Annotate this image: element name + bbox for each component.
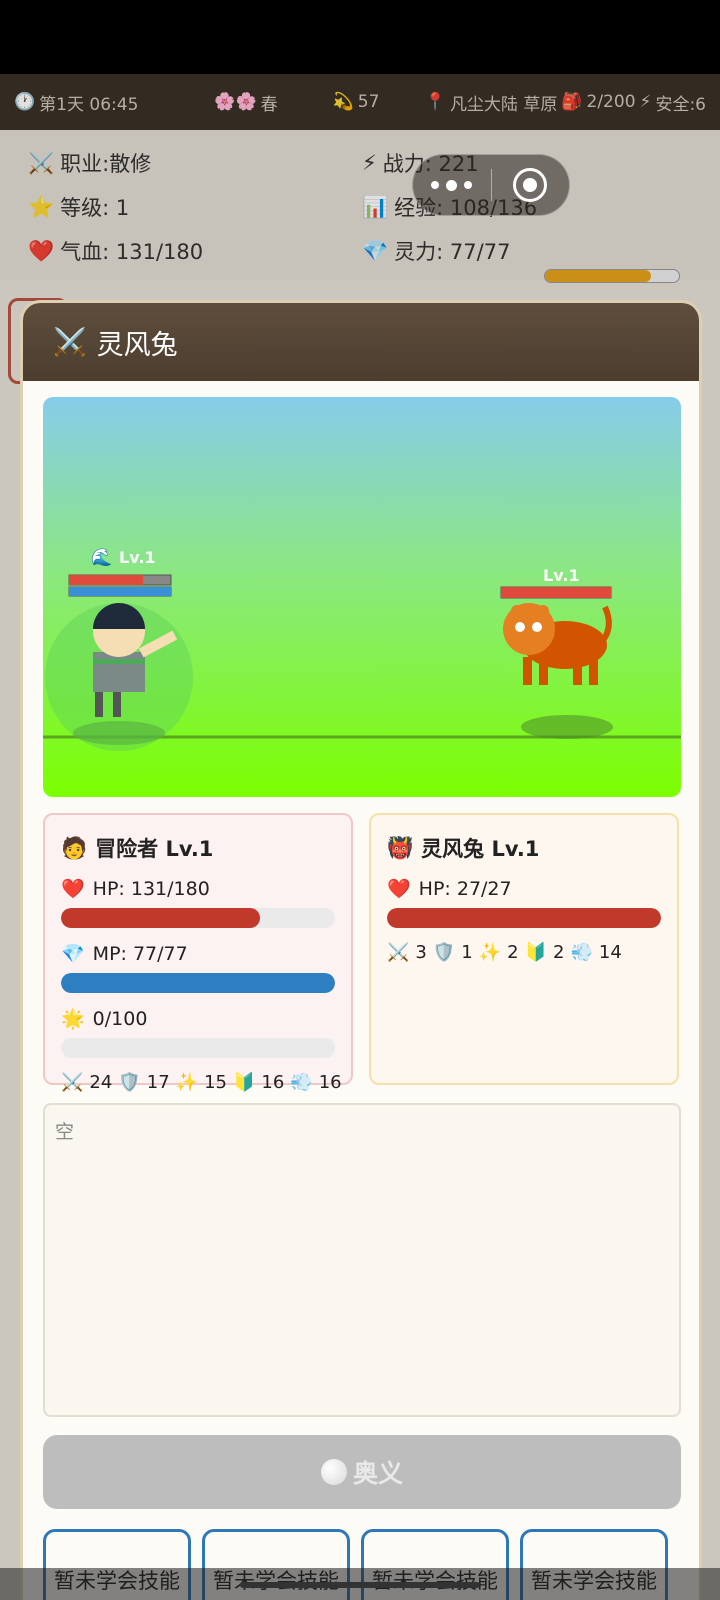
- heart-icon: ❤️: [387, 878, 411, 900]
- ultimate-label: 奥义: [352, 1459, 403, 1488]
- enemy-atk: 3: [415, 942, 427, 963]
- beginner-icon: 🔰: [524, 942, 548, 963]
- enemy-name-row: 👹 灵风兔 Lv.1: [387, 833, 661, 863]
- player-level-tag: Lv.1: [119, 548, 156, 567]
- gesture-nav-bar: [0, 1568, 720, 1600]
- player-hp-fill: [61, 908, 261, 928]
- battle-scene: 🌊 Lv.1 Lv.1: [43, 397, 681, 797]
- enemy-hp-row: ❤️ HP: 27/27: [387, 877, 661, 901]
- white-circle-icon: [320, 1459, 347, 1485]
- enemy-mag: 2: [507, 942, 519, 963]
- close-miniprogram-button[interactable]: [492, 168, 570, 202]
- player-mp-bar-fill: [69, 587, 171, 596]
- player-info-card: 🧑 冒险者 Lv.1 ❤️ HP: 131/180 💎 MP: 77/77 🌟 …: [43, 813, 353, 1093]
- player-attributes: ⚔️ 24 🛡️ 17 ✨ 15 🔰 16 💨 16: [61, 1072, 342, 1093]
- player-rage-text: 0/100: [92, 1007, 148, 1030]
- enemy-level-tag: Lv.1: [543, 566, 580, 585]
- miniprogram-capsule: [412, 154, 570, 216]
- battle-title: 灵风兔: [96, 329, 178, 361]
- ogre-icon: 👹: [387, 835, 414, 860]
- more-menu-button[interactable]: [413, 179, 491, 191]
- swords-icon: ⚔️: [53, 327, 87, 358]
- system-status-bar: [0, 0, 720, 74]
- dash-icon: 💨: [570, 942, 593, 963]
- person-icon: 🧑: [61, 835, 88, 860]
- player-name-row: 🧑 冒险者 Lv.1: [61, 833, 335, 863]
- battle-log-text: 空: [55, 1121, 75, 1143]
- enemy-info-card: 👹 灵风兔 Lv.1 ❤️ HP: 27/27 ⚔️ 3 🛡️ 1 ✨ 2 🔰 2 💨 1…: [369, 813, 679, 1085]
- player-mp-text: MP: 77/77: [92, 942, 188, 965]
- shield-icon: 🛡️: [118, 1072, 141, 1093]
- attack-icon: ⚔️: [61, 1072, 84, 1093]
- shield-icon: 🛡️: [432, 942, 456, 963]
- player-rage-row: 🌟 0/100: [61, 1007, 335, 1031]
- dash-icon: 💨: [290, 1072, 313, 1093]
- enemy-attributes: ⚔️ 3 🛡️ 1 ✨ 2 🔰 2 💨 14: [387, 942, 661, 963]
- home-indicator[interactable]: [240, 1582, 480, 1588]
- heart-icon: ❤️: [61, 878, 85, 900]
- attack-icon: ⚔️: [387, 942, 410, 963]
- player-res: 16: [261, 1072, 285, 1093]
- beginner-icon: 🔰: [232, 1072, 256, 1093]
- enemy-hp-bar: [387, 908, 661, 928]
- enemy-name: 灵风兔 Lv.1: [421, 837, 540, 861]
- sparkles-icon: ✨: [175, 1072, 199, 1093]
- target-icon: [513, 168, 548, 202]
- battle-header: ⚔️ 灵风兔: [23, 303, 699, 381]
- player-def: 17: [146, 1072, 170, 1093]
- ultimate-button[interactable]: 奥义: [43, 1435, 681, 1509]
- player-hp-bar: [61, 908, 335, 928]
- wave-icon: 🌊: [91, 547, 112, 568]
- enemy-hp-text: HP: 27/27: [418, 877, 512, 900]
- gem-icon: 💎: [61, 943, 85, 965]
- player-name: 冒险者 Lv.1: [95, 837, 214, 861]
- enemy-shadow: [521, 715, 613, 739]
- battle-log[interactable]: 空: [43, 1103, 681, 1417]
- enemy-sprite: [503, 603, 612, 685]
- player-mp-bar: [61, 973, 335, 993]
- enemy-spd: 14: [598, 942, 622, 963]
- player-spd: 16: [318, 1072, 342, 1093]
- player-mp-row: 💎 MP: 77/77: [61, 942, 335, 966]
- enemy-res: 2: [553, 942, 565, 963]
- enemy-hp-bar-fill: [501, 587, 611, 598]
- glowing-star-icon: 🌟: [61, 1008, 85, 1030]
- player-rage-bar: [61, 1038, 335, 1058]
- player-mag: 15: [204, 1072, 227, 1093]
- battle-modal: ⚔️ 灵风兔 🌊 Lv.1 Lv.1 🧑 冒险者 Lv.1 ❤️ HP: 131…: [20, 300, 702, 1600]
- enemy-def: 1: [461, 942, 473, 963]
- player-mp-fill: [61, 973, 335, 993]
- player-atk: 24: [89, 1072, 113, 1093]
- player-hp-bar-fill: [69, 575, 144, 585]
- player-hp-row: ❤️ HP: 131/180: [61, 877, 335, 901]
- enemy-hp-fill: [387, 908, 661, 928]
- sparkles-icon: ✨: [478, 942, 502, 963]
- battle-scene-art: 🌊 Lv.1 Lv.1: [43, 547, 681, 751]
- player-hp-text: HP: 131/180: [92, 877, 210, 900]
